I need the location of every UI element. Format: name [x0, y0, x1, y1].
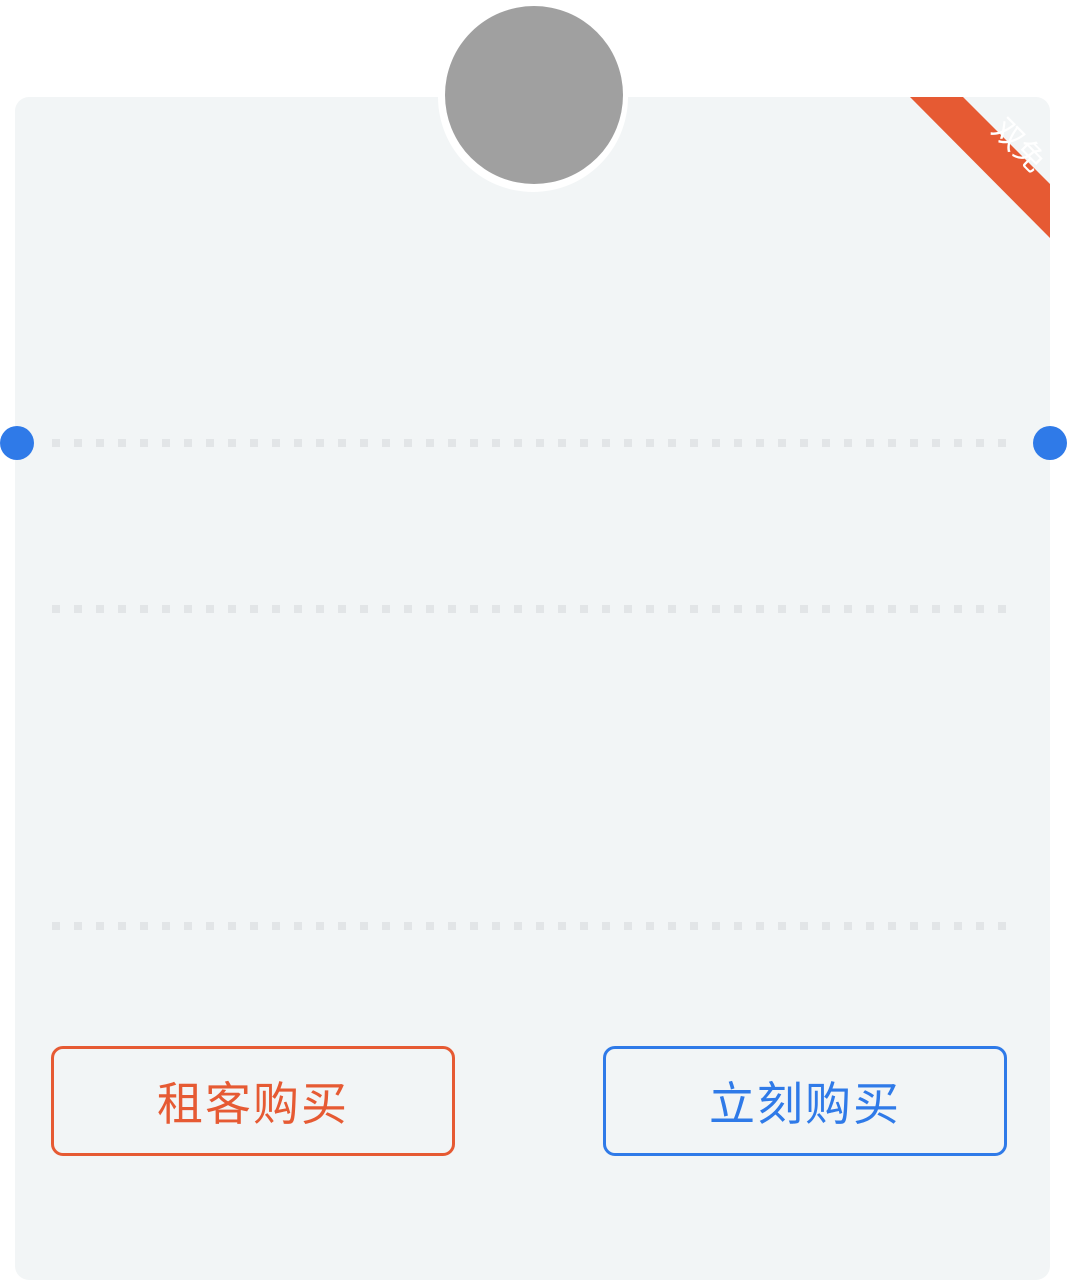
- dotted-separator-top: [52, 439, 1015, 447]
- product-card-stage: 双免 租客购买 立刻购买: [0, 0, 1067, 1282]
- tenant-buy-button[interactable]: 租客购买: [51, 1046, 455, 1156]
- left-notch-icon: [0, 426, 34, 460]
- avatar-placeholder-icon: [445, 6, 623, 184]
- buy-now-button[interactable]: 立刻购买: [603, 1046, 1007, 1156]
- dotted-separator-bottom: [52, 922, 1015, 930]
- dotted-separator-middle: [52, 605, 1015, 613]
- right-notch-icon: [1033, 426, 1067, 460]
- avatar: [438, 2, 628, 192]
